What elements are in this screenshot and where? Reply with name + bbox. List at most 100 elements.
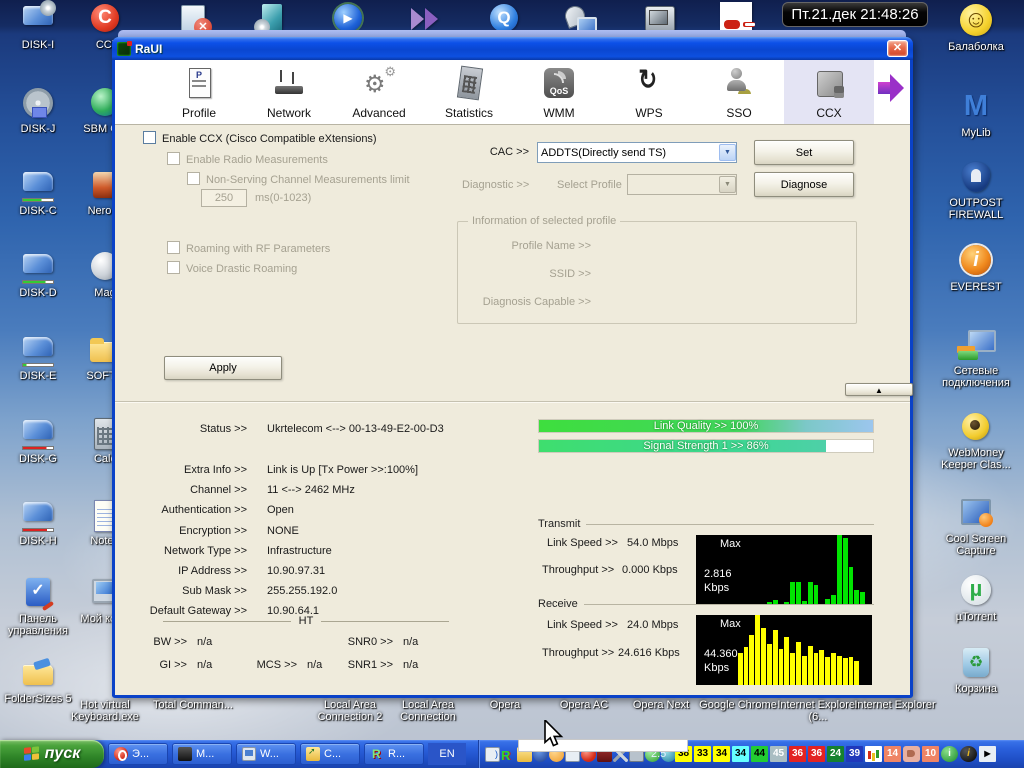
graph-bar <box>743 646 749 685</box>
authentication-label: Authentication >> <box>161 504 247 516</box>
rx-link-speed-label: Link Speed >> <box>547 619 618 631</box>
tray-badge-34[interactable]: 34 <box>732 746 749 762</box>
window-titlebar[interactable]: RaUI ✕ <box>112 37 913 60</box>
taskbar-button-raui-task[interactable]: R... <box>364 743 424 765</box>
desktop-icon-балаболка[interactable]: Балаболка <box>940 4 1012 53</box>
desktop-icon-cool-screen-capture[interactable]: Cool Screen Capture <box>940 496 1012 557</box>
graph-bar <box>819 650 825 685</box>
transmit-title: Transmit <box>538 518 581 530</box>
desktop-icon-total-comman[interactable]: Total Comman... <box>145 699 241 711</box>
profile-tab-icon <box>182 66 216 100</box>
sso-tab-icon <box>722 66 756 100</box>
info-green-tray-icon[interactable] <box>941 746 958 762</box>
non-serving-checkbox[interactable] <box>187 172 200 185</box>
desktop-icon-label: OUTPOST FIREWALL <box>948 197 1004 221</box>
desktop-icon-foldersizes-5[interactable]: FolderSizes 5 <box>2 656 74 705</box>
taskbar-button-messenger-task[interactable]: M... <box>172 743 232 765</box>
start-button[interactable]: пуск <box>0 740 104 768</box>
apply-button[interactable]: Apply <box>164 356 282 380</box>
speaker-monitor-tray-icon[interactable] <box>485 747 500 762</box>
enable-radio-checkbox[interactable] <box>167 152 180 165</box>
graph-bar <box>778 648 784 685</box>
graph-bar <box>825 657 831 685</box>
language-indicator[interactable]: EN <box>428 743 466 765</box>
snr1-label: SNR1 >> <box>347 659 393 671</box>
diagnose-button[interactable]: Diagnose <box>754 172 854 197</box>
tray-badge-10[interactable]: 10 <box>922 746 939 762</box>
desktop-icon-everest[interactable]: EVEREST <box>940 244 1012 293</box>
desktop-icon-корзина[interactable]: Корзина <box>940 646 1012 695</box>
tray-badge-36[interactable]: 36 <box>808 746 825 762</box>
desktop-icon-disk-d[interactable]: DISK-D <box>2 250 74 299</box>
expand-tray-icon[interactable] <box>979 746 996 762</box>
tray-badge-14[interactable]: 14 <box>884 746 901 762</box>
non-serving-checkbox-row[interactable]: Non-Serving Channel Measurements limit <box>187 170 410 188</box>
voice-drastic-checkbox-row[interactable]: Voice Drastic Roaming <box>167 259 297 277</box>
info-dark-tray-icon[interactable] <box>960 746 977 762</box>
tab-statistics[interactable]: Statistics <box>424 60 514 124</box>
voice-drastic-checkbox[interactable] <box>167 261 180 274</box>
tray-badge-24[interactable]: 24 <box>827 746 844 762</box>
tab-advanced[interactable]: Advanced <box>334 60 424 124</box>
desktop-icon-disk-h[interactable]: DISK-H <box>2 498 74 547</box>
tab-network[interactable]: Network <box>244 60 334 124</box>
bw-value: n/a <box>197 636 213 648</box>
horn-tray-icon[interactable] <box>903 746 920 762</box>
wmm-tab-icon <box>542 66 576 100</box>
desktop-icon-hot-virtual-keyboard-exe[interactable]: Hot virtual Keyboard.exe <box>57 699 153 723</box>
tray-badge-34[interactable]: 34 <box>713 746 730 762</box>
tray-badge-44[interactable]: 44 <box>751 746 768 762</box>
desktop-icon-сетевые-подключения[interactable]: Сетевые подключения <box>940 328 1012 389</box>
desktop-icon-disk-e[interactable]: DISK-E <box>2 333 74 382</box>
dropdown-arrow-icon[interactable]: ▼ <box>719 144 736 161</box>
tab-label: WMM <box>543 106 575 120</box>
network-type-value: Infrastructure <box>267 545 332 557</box>
enable-ccx-checkbox-row[interactable]: Enable CCX (Cisco Compatible eXtensions) <box>143 129 377 147</box>
chart-tray-icon[interactable] <box>865 746 882 762</box>
raui-r-tray-icon[interactable] <box>501 747 516 762</box>
taskbar-button-window-task[interactable]: W... <box>236 743 296 765</box>
taskbar-button-commander-task[interactable]: C... <box>300 743 360 765</box>
tab-ccx[interactable]: CCX <box>784 60 874 124</box>
tray-badge-45[interactable]: 45 <box>770 746 787 762</box>
ms-limit-input[interactable]: 250 <box>201 189 247 207</box>
next-tabs-arrow-icon[interactable] <box>874 60 904 124</box>
network-icon <box>958 328 996 362</box>
close-button[interactable]: ✕ <box>887 40 908 57</box>
profile-name-label: Profile Name >> <box>511 240 591 252</box>
tab-bar: Profile Network Advanced Statistics WMM WPS SS… <box>115 60 910 125</box>
cac-dropdown[interactable]: ADDTS(Directly send TS) ▼ <box>537 142 737 163</box>
collapse-status-button[interactable] <box>845 383 913 397</box>
desktop-icon-disk-c[interactable]: DISK-C <box>2 168 74 217</box>
tray-badge-36[interactable]: 36 <box>789 746 806 762</box>
tab-wps[interactable]: WPS <box>604 60 694 124</box>
enable-radio-checkbox-row[interactable]: Enable Radio Measurements <box>167 150 328 168</box>
desktop-icon-label: WebMoney Keeper Clas... <box>941 447 1011 471</box>
tab-sso[interactable]: SSO <box>694 60 784 124</box>
wps-tab-icon <box>632 66 666 100</box>
desktop-icon-disk-j[interactable]: DISK-J <box>2 86 74 135</box>
foldersizes-icon <box>20 656 56 690</box>
flag-tile <box>31 753 39 760</box>
desktop-icon-torrent[interactable]: µTorrent <box>940 574 1012 623</box>
desktop-icon-панель-управления[interactable]: Панель управления <box>2 576 74 637</box>
channel-value: 11 <--> 2462 MHz <box>267 484 355 496</box>
desktop-icon-webmoney-keeper-clas[interactable]: WebMoney Keeper Clas... <box>940 410 1012 471</box>
taskbar-button-opera-task[interactable]: Э... <box>108 743 168 765</box>
roaming-rf-checkbox[interactable] <box>167 241 180 254</box>
set-button[interactable]: Set <box>754 140 854 165</box>
tray-badge-39[interactable]: 39 <box>846 746 863 762</box>
desktop-icon-disk-i[interactable]: DISK-I <box>2 0 74 51</box>
desktop-icon-disk-g[interactable]: DISK-G <box>2 416 74 465</box>
enable-ccx-checkbox[interactable] <box>143 131 156 144</box>
tab-wmm[interactable]: WMM <box>514 60 604 124</box>
desktop-icon-internet-explorer[interactable]: Internet Explorer <box>847 699 943 711</box>
graph-bar <box>801 655 807 685</box>
desktop-icon-mylib[interactable]: MyLib <box>940 90 1012 139</box>
desktop-icon-outpost-firewall[interactable]: OUTPOST FIREWALL <box>940 160 1012 221</box>
desktop-icon-label: Балаболка <box>948 41 1004 53</box>
tray-badge-33[interactable]: 33 <box>694 746 711 762</box>
roaming-rf-checkbox-row[interactable]: Roaming with RF Parameters <box>167 239 330 257</box>
desktop-clock: Пт.21.дек 21:48:26 <box>782 2 928 27</box>
tab-profile[interactable]: Profile <box>154 60 244 124</box>
